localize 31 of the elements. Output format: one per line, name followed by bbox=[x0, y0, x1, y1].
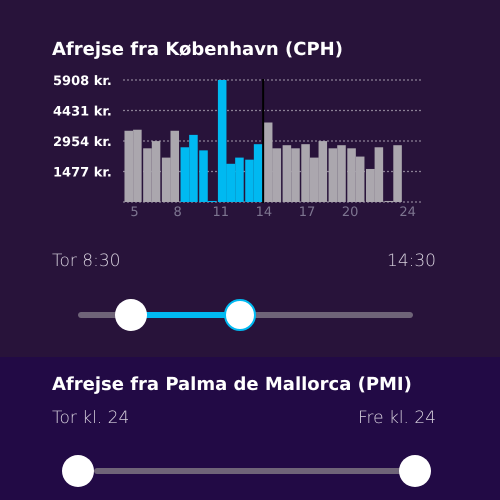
slider-thumb[interactable] bbox=[224, 298, 256, 330]
axis-label: 2954 kr. bbox=[53, 135, 112, 150]
time-label: Fre kl. 24 bbox=[358, 407, 436, 430]
section-title: Afrejse fra København (CPH) bbox=[52, 38, 344, 62]
axis-label: 24 bbox=[399, 205, 416, 220]
axis-label: 20 bbox=[342, 205, 358, 220]
time-label: 14:30 bbox=[387, 250, 436, 273]
price-bar[interactable] bbox=[374, 147, 384, 202]
price-bar[interactable] bbox=[366, 168, 375, 202]
section-title: Afrejse fra Palma de Mallorca (PMI) bbox=[52, 373, 413, 397]
axis-label: 17 bbox=[298, 205, 316, 220]
price-bar[interactable] bbox=[272, 148, 282, 202]
price-bar[interactable] bbox=[170, 130, 180, 202]
slider-thumb[interactable] bbox=[399, 454, 431, 486]
axis-label: 11 bbox=[212, 205, 230, 220]
slider-thumb[interactable] bbox=[62, 454, 94, 486]
axis-label: 5908 kr. bbox=[53, 74, 112, 89]
price-bar[interactable] bbox=[162, 158, 170, 202]
price-bar[interactable] bbox=[318, 141, 328, 202]
price-bar[interactable] bbox=[124, 130, 134, 202]
price-bar[interactable] bbox=[254, 144, 262, 202]
axis-label: 8 bbox=[173, 205, 182, 220]
axis-label: 5 bbox=[130, 205, 139, 220]
time-label: Tor kl. 24 bbox=[52, 407, 130, 430]
axis-label: 1477 kr. bbox=[53, 166, 112, 180]
slider-thumb[interactable] bbox=[114, 298, 147, 330]
axis-label: 14 bbox=[256, 205, 272, 220]
price-bar[interactable] bbox=[218, 80, 226, 202]
price-bar[interactable] bbox=[133, 130, 142, 202]
axis-label: 4431 kr. bbox=[53, 104, 112, 120]
time-label: Tor 8:30 bbox=[52, 250, 120, 273]
